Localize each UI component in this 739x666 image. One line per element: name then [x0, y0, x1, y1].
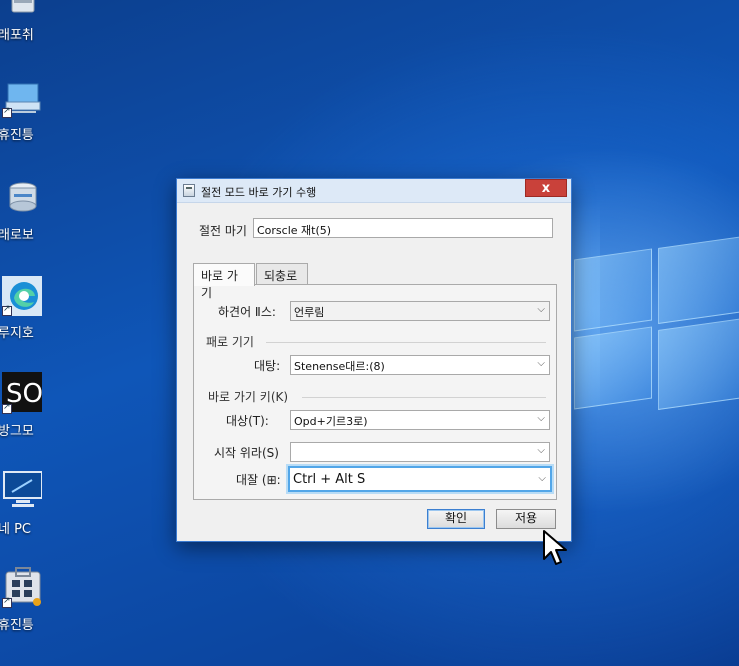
hotkey-input[interactable]: Ctrl + Alt S ⌵: [288, 466, 552, 492]
start-select[interactable]: ⌵: [290, 442, 550, 462]
dialog-title: 절전 모드 바로 가기 수행: [201, 186, 317, 199]
chevron-down-icon: ⌵: [537, 413, 545, 424]
desktop-icon-label: 휴진틍: [0, 128, 34, 143]
group-label-device: 패로 기기: [206, 335, 254, 349]
subject-value: Opd+기르3로): [294, 415, 368, 428]
desktop-icon-label: 루지호: [0, 326, 34, 341]
target-value: Stenense대르:(8): [294, 360, 385, 373]
desktop-icon-label: 방그모: [0, 424, 34, 439]
desktop-icon-server[interactable]: 래로보: [0, 176, 46, 256]
shortcut-arrow-icon: [2, 106, 12, 118]
dialog-titlebar[interactable]: 절전 모드 바로 가기 수행 x: [177, 179, 571, 203]
desktop-icon-store[interactable]: 휴진틍: [0, 566, 46, 646]
windows-logo-wallpaper: [574, 232, 739, 422]
tab-shortcut[interactable]: 바로 가기: [193, 263, 255, 300]
tab-secondary[interactable]: 되충로: [256, 263, 308, 285]
chevron-down-icon: ⌵: [537, 304, 545, 315]
shortcut-arrow-icon: [2, 304, 12, 316]
hotkey-label: 대잘 (⊞:: [236, 473, 281, 487]
shortcut-arrow-icon: [2, 402, 12, 414]
hotkey-value: Ctrl + Alt S: [293, 472, 366, 487]
desktop-icon-network[interactable]: 휴진틍: [0, 78, 46, 158]
desktop-icon-label: 래로보: [0, 228, 34, 243]
window-app-icon: [183, 184, 195, 197]
server-disk-icon: [9, 182, 37, 212]
desktop-icon-this-pc[interactable]: 네 PC: [0, 470, 46, 550]
name-label: 절전 마기: [199, 224, 247, 238]
subject-label: 대상(T):: [226, 414, 269, 428]
this-pc-monitor-icon: [3, 471, 42, 507]
ok-button[interactable]: 확인: [427, 509, 485, 529]
desktop-icon-label: 래포취: [0, 28, 34, 43]
group-label-shortcut-key: 바로 가기 키(K): [208, 390, 289, 404]
apply-button[interactable]: 저용: [496, 509, 556, 529]
mouse-cursor-icon: [543, 530, 567, 565]
target-select[interactable]: Stenense대르:(8) ⌵: [290, 355, 550, 375]
close-button[interactable]: x: [525, 179, 567, 197]
target-type-select[interactable]: 언루림 ⌵: [290, 301, 550, 321]
chevron-down-icon: ⌵: [537, 445, 545, 456]
tab-panel: 하견어 Ⅱ스: 언루림 ⌵ 패로 기기 대탕: Stenense대르:(8) ⌵…: [193, 284, 557, 500]
desktop-icon-edge[interactable]: 루지호: [0, 274, 46, 354]
target-type-value: 언루림: [294, 306, 325, 319]
close-icon: x: [541, 181, 551, 196]
subject-select[interactable]: Opd+기르3로) ⌵: [290, 410, 550, 430]
group-divider: [266, 342, 546, 343]
chevron-down-icon: ⌵: [537, 358, 545, 369]
desktop-icon-recycle[interactable]: 래포취: [0, 0, 46, 66]
desktop-icon-label: 네 PC: [0, 522, 32, 537]
start-label: 시작 위라(S): [214, 446, 279, 460]
target-label: 대탕:: [254, 359, 281, 373]
shortcut-properties-dialog: 절전 모드 바로 가기 수행 x 절전 마기 Corscle 재t(5) 바로 …: [176, 178, 572, 542]
desktop-icon-sonos[interactable]: SO 방그모: [0, 372, 46, 452]
name-input[interactable]: Corscle 재t(5): [253, 218, 553, 238]
group-divider: [302, 397, 546, 398]
shortcut-arrow-icon: [2, 596, 12, 608]
desktop-icon-label: 휴진틍: [0, 618, 34, 633]
target-type-label: 하견어 Ⅱ스:: [218, 305, 276, 319]
chevron-down-icon: ⌵: [538, 473, 546, 484]
